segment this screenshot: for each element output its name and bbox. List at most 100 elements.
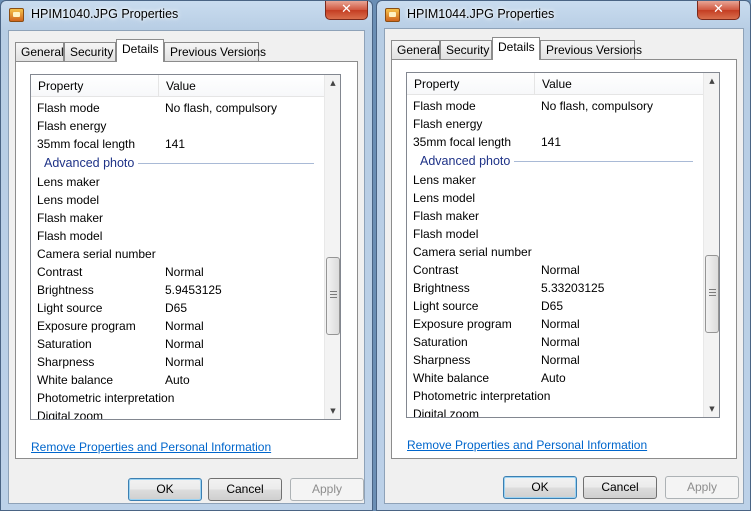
property-row[interactable]: Flash model [31,227,324,245]
property-name: White balance [413,371,490,385]
property-value[interactable]: Auto [165,371,190,389]
tab-security[interactable]: Security [440,40,492,59]
property-row[interactable]: Digital zoom [31,407,324,420]
property-value[interactable]: Normal [541,333,580,351]
property-row[interactable]: Digital zoom [407,405,703,417]
property-row[interactable]: Flash maker [31,209,324,227]
remove-properties-link[interactable]: Remove Properties and Personal Informati… [407,438,647,452]
property-row[interactable]: Lens maker [407,171,703,189]
property-row[interactable]: Sharpness Normal [31,353,324,371]
property-value[interactable]: Normal [165,353,204,371]
property-row[interactable]: Light source D65 [31,299,324,317]
property-row[interactable]: Photometric interpretation [31,389,324,407]
property-row[interactable]: Sharpness Normal [407,351,703,369]
property-row[interactable]: Lens maker [31,173,324,191]
property-value[interactable]: D65 [165,299,187,317]
tab-previous-versions[interactable]: Previous Versions [164,42,266,61]
property-row[interactable]: Photometric interpretation [407,387,703,405]
property-name: Flash energy [413,117,483,131]
property-value[interactable]: Auto [541,369,566,387]
property-row[interactable]: Flash mode No flash, compulsory [31,99,324,117]
property-name: Photometric interpretation [37,391,175,405]
title-bar[interactable]: HPIM1040.JPG Properties [1,1,372,29]
property-row[interactable]: Exposure program Normal [31,317,324,335]
scroll-up-icon[interactable]: ▲ [704,73,719,89]
properties-window-hpim1040: HPIM1040.JPG Properties ✕ General Securi… [0,0,373,511]
property-name: Lens maker [413,173,476,187]
image-file-icon [9,8,24,22]
scroll-thumb[interactable] [705,255,719,333]
property-row[interactable]: Lens model [31,191,324,209]
property-row[interactable]: Camera serial number [407,243,703,261]
property-row[interactable]: Exposure program Normal [407,315,703,333]
column-header-property[interactable]: Property [31,75,159,97]
property-row[interactable]: 35mm focal length 141 [31,135,324,153]
property-row[interactable]: Lens model [407,189,703,207]
window-title: HPIM1044.JPG Properties [407,7,555,21]
apply-button[interactable]: Apply [665,476,739,499]
apply-button[interactable]: Apply [290,478,364,501]
property-row[interactable]: Flash energy [31,117,324,135]
property-value[interactable]: 5.9453125 [165,281,222,299]
property-name: Digital zoom [37,409,104,420]
property-name: Saturation [37,337,92,351]
property-row[interactable]: Light source D65 [407,297,703,315]
ok-button[interactable]: OK [128,478,202,501]
property-value[interactable]: Normal [541,315,580,333]
column-header-value[interactable]: Value [535,73,703,95]
property-value[interactable]: No flash, compulsory [165,99,277,117]
property-row[interactable]: Brightness 5.33203125 [407,279,703,297]
properties-list[interactable]: Property Value Flash mode No flash, compu… [406,72,720,418]
property-value[interactable]: No flash, compulsory [541,97,653,115]
tab-general[interactable]: General [15,42,64,61]
scroll-thumb[interactable] [326,257,340,335]
properties-list[interactable]: Property Value Flash mode No flash, compu… [30,74,341,420]
property-name: Flash energy [37,119,107,133]
property-row[interactable]: White balance Auto [407,369,703,387]
tab-general[interactable]: General [391,40,440,59]
ok-button[interactable]: OK [503,476,577,499]
column-header-property[interactable]: Property [407,73,535,95]
vertical-scrollbar[interactable]: ▲ ▼ [703,73,719,417]
close-button[interactable]: ✕ [325,1,368,20]
title-bar[interactable]: HPIM1044.JPG Properties [377,1,750,29]
property-name: Saturation [413,335,468,349]
cancel-button[interactable]: Cancel [583,476,657,499]
property-value[interactable]: Normal [541,261,580,279]
column-header-value[interactable]: Value [159,75,324,97]
property-value[interactable]: D65 [541,297,563,315]
property-row[interactable]: White balance Auto [31,371,324,389]
property-value[interactable]: Normal [165,335,204,353]
property-row[interactable]: Flash energy [407,115,703,133]
property-value[interactable]: 141 [541,133,561,151]
property-row[interactable]: Flash mode No flash, compulsory [407,97,703,115]
property-value[interactable]: 5.33203125 [541,279,604,297]
group-heading-label: Advanced photo [420,151,515,171]
scroll-up-icon[interactable]: ▲ [325,75,340,91]
property-value[interactable]: Normal [165,317,204,335]
property-row[interactable]: Camera serial number [31,245,324,263]
scroll-down-icon[interactable]: ▼ [325,403,340,419]
property-row[interactable]: Saturation Normal [407,333,703,351]
property-value[interactable]: Normal [541,351,580,369]
property-row[interactable]: Flash maker [407,207,703,225]
property-value[interactable]: Normal [165,263,204,281]
scroll-down-icon[interactable]: ▼ [704,401,719,417]
property-value[interactable]: 141 [165,135,185,153]
tab-details[interactable]: Details [116,39,164,62]
property-row[interactable]: 35mm focal length 141 [407,133,703,151]
tab-security[interactable]: Security [64,42,116,61]
remove-properties-link[interactable]: Remove Properties and Personal Informati… [31,440,271,454]
close-button[interactable]: ✕ [697,1,740,20]
cancel-button[interactable]: Cancel [208,478,282,501]
property-name: 35mm focal length [37,137,136,151]
property-row[interactable]: Contrast Normal [31,263,324,281]
tab-previous-versions[interactable]: Previous Versions [540,40,642,59]
vertical-scrollbar[interactable]: ▲ ▼ [324,75,340,419]
property-row[interactable]: Saturation Normal [31,335,324,353]
property-row[interactable]: Flash model [407,225,703,243]
tab-details[interactable]: Details [492,37,540,60]
property-row[interactable]: Brightness 5.9453125 [31,281,324,299]
property-name: Brightness [37,283,94,297]
property-row[interactable]: Contrast Normal [407,261,703,279]
